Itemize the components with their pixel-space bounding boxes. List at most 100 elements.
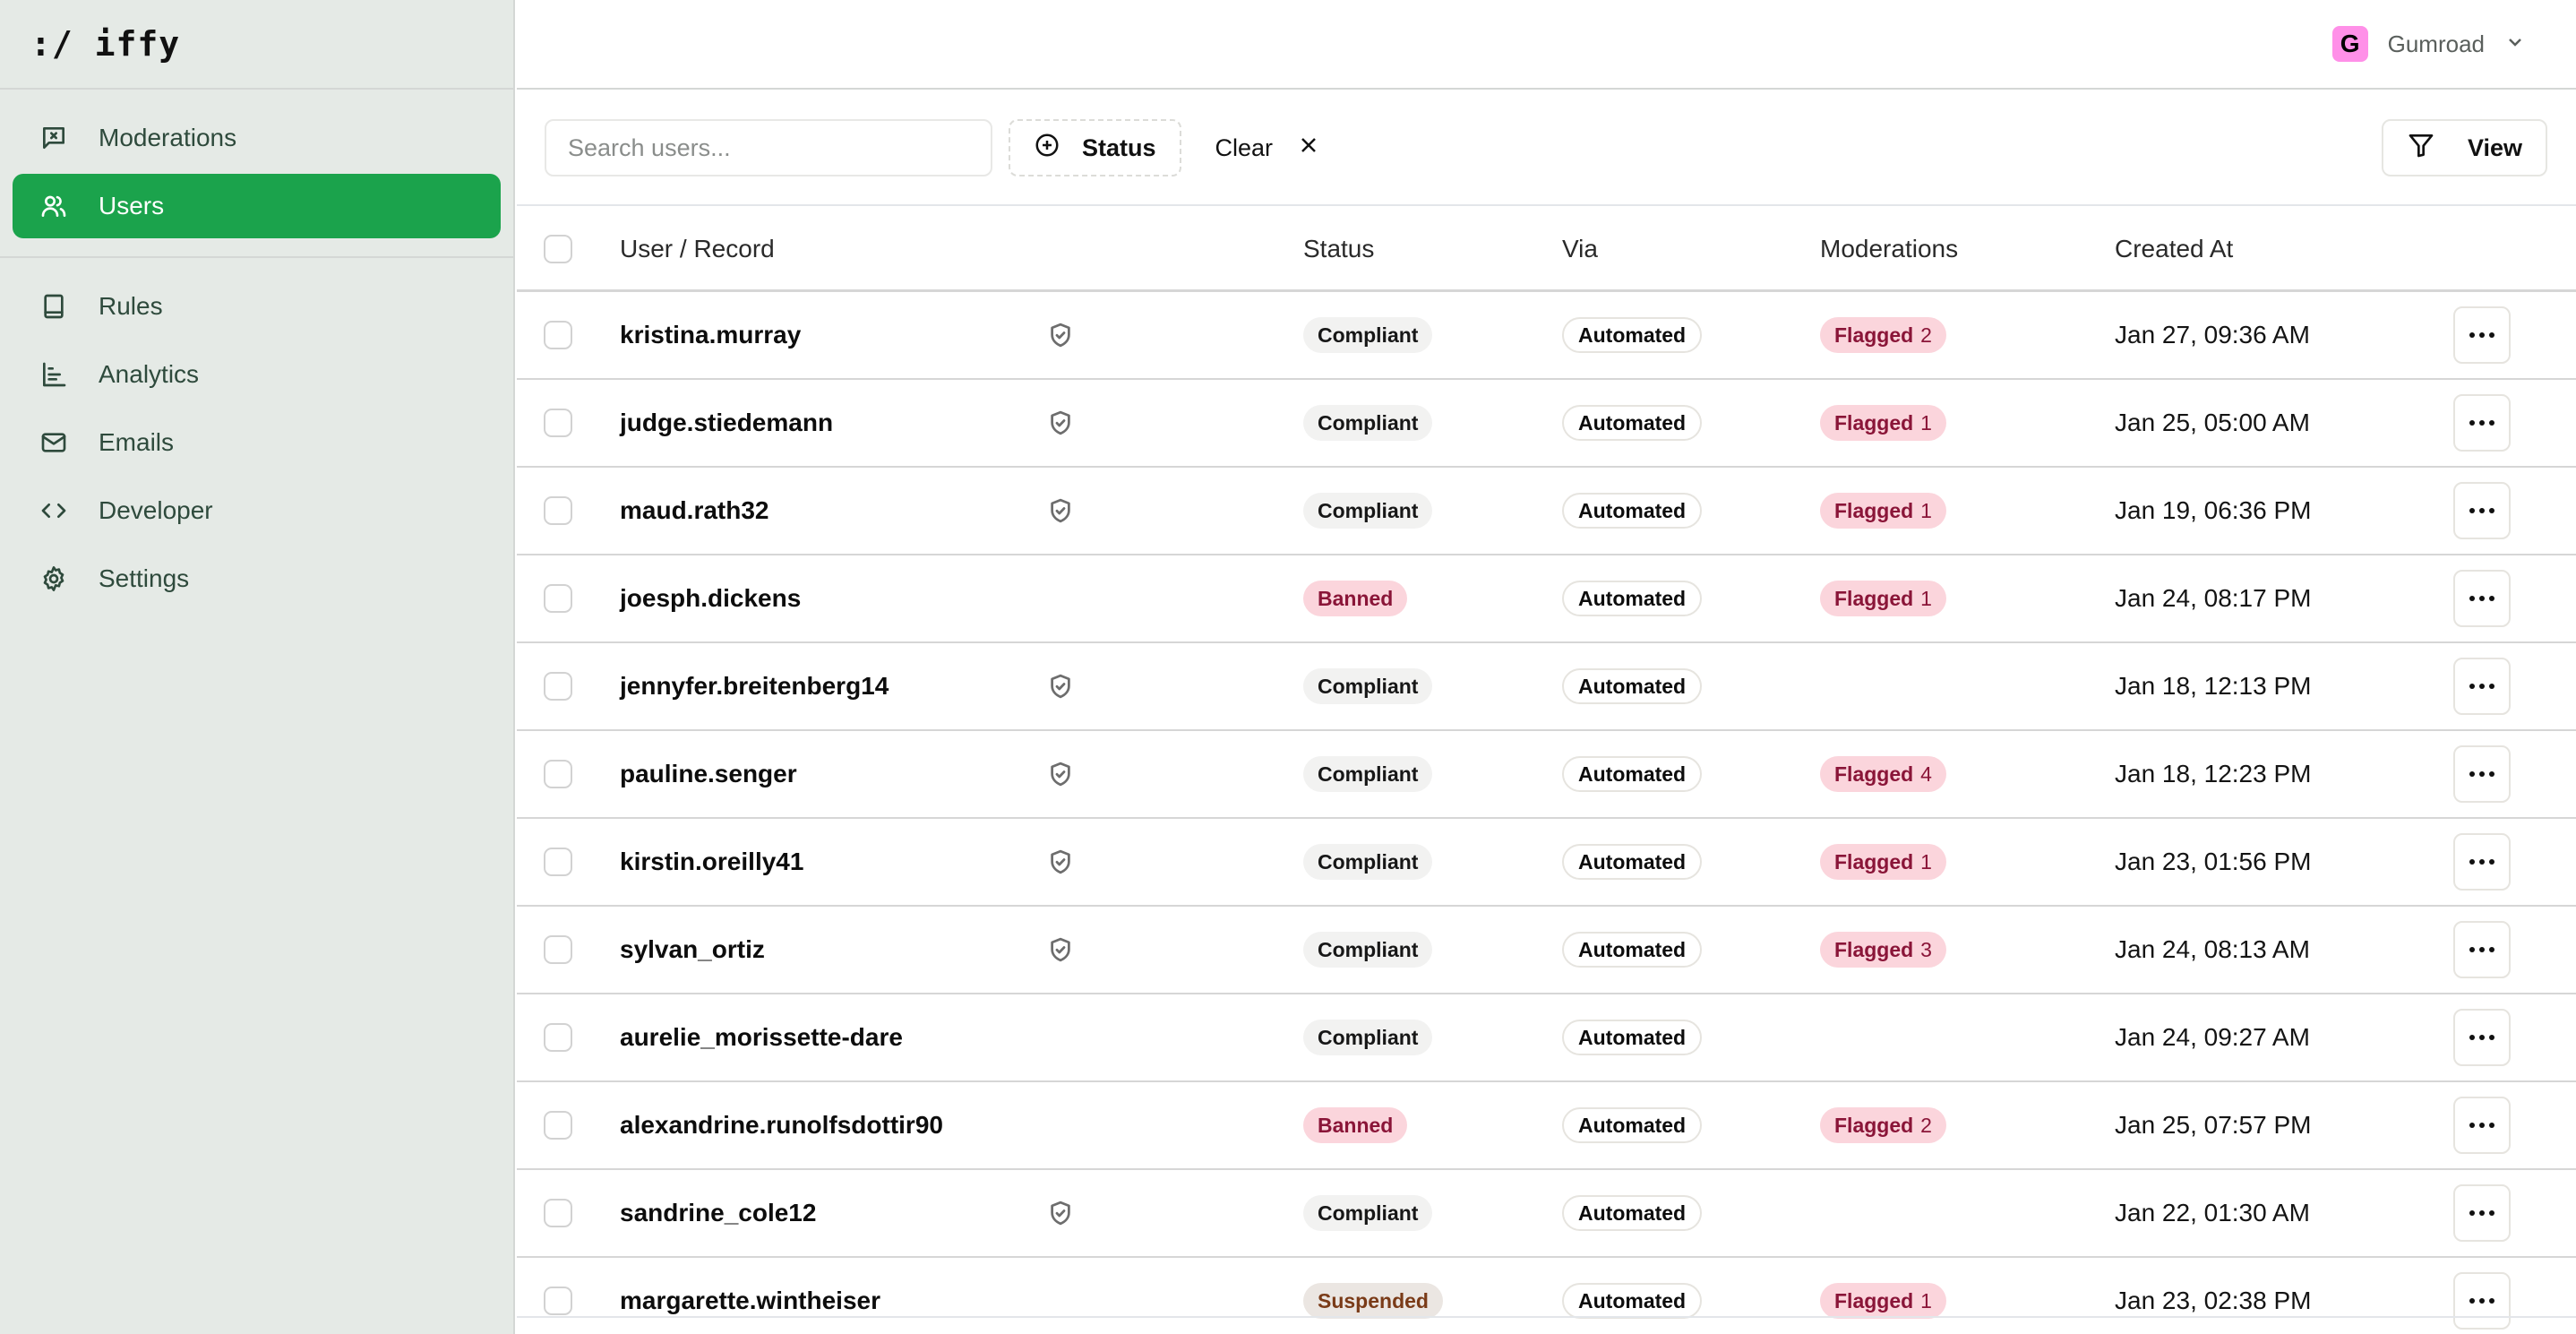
- table-row[interactable]: sandrine_cole12 Compliant Automated Jan …: [517, 1170, 2576, 1258]
- row-actions-button[interactable]: [2453, 833, 2511, 891]
- row-actions-button[interactable]: [2453, 745, 2511, 803]
- users-icon: [36, 188, 72, 224]
- flagged-label: Flagged: [1834, 1113, 1914, 1137]
- sidebar-item-emails[interactable]: Emails: [13, 410, 501, 475]
- column-header-user[interactable]: User / Record: [620, 235, 775, 263]
- row-select-checkbox[interactable]: [544, 848, 572, 876]
- sidebar-item-label: Developer: [99, 496, 213, 524]
- row-select-checkbox[interactable]: [544, 584, 572, 613]
- row-actions-button[interactable]: [2453, 482, 2511, 539]
- sidebar-item-users[interactable]: Users: [13, 174, 501, 238]
- flagged-badge: Flagged 2: [1820, 1107, 1946, 1143]
- table-row[interactable]: judge.stiedemann Compliant Automated Fla…: [517, 380, 2576, 468]
- more-dots-icon: [2479, 1035, 2485, 1040]
- bar-chart-icon: [36, 357, 72, 392]
- user-name[interactable]: kristina.murray: [620, 321, 801, 349]
- more-dots-icon: [2489, 947, 2494, 952]
- table-row[interactable]: jennyfer.breitenberg14 Compliant Automat…: [517, 643, 2576, 731]
- row-select-checkbox[interactable]: [544, 496, 572, 525]
- row-select-checkbox[interactable]: [544, 935, 572, 964]
- user-name[interactable]: margarette.wintheiser: [620, 1287, 880, 1315]
- row-select-checkbox[interactable]: [544, 1023, 572, 1052]
- user-name[interactable]: sandrine_cole12: [620, 1199, 816, 1227]
- table-row[interactable]: joesph.dickens Banned Automated Flagged 1…: [517, 555, 2576, 643]
- row-actions-button[interactable]: [2453, 921, 2511, 978]
- row-select-checkbox[interactable]: [544, 1287, 572, 1315]
- user-name[interactable]: joesph.dickens: [620, 584, 801, 613]
- sidebar-item-developer[interactable]: Developer: [13, 478, 501, 543]
- row-actions-button[interactable]: [2453, 394, 2511, 452]
- sidebar-item-label: Settings: [99, 564, 190, 592]
- user-name[interactable]: alexandrine.runolfsdottir90: [620, 1111, 943, 1140]
- table-row[interactable]: aurelie_morissette-dare Compliant Automa…: [517, 994, 2576, 1082]
- user-name[interactable]: kirstin.oreilly41: [620, 848, 803, 876]
- table-row[interactable]: margarette.wintheiser Suspended Automate…: [517, 1258, 2576, 1334]
- via-badge: Automated: [1562, 581, 1703, 616]
- sidebar-item-label: Moderations: [99, 124, 237, 151]
- flagged-label: Flagged: [1834, 849, 1914, 874]
- flagged-count: 2: [1920, 1113, 1932, 1137]
- row-select-checkbox[interactable]: [544, 1111, 572, 1140]
- row-actions-button[interactable]: [2453, 570, 2511, 627]
- table-row[interactable]: sylvan_ortiz Compliant Automated Flagged…: [517, 907, 2576, 994]
- flagged-count: 1: [1920, 498, 1932, 522]
- status-badge: Banned: [1303, 581, 1408, 616]
- table-row[interactable]: maud.rath32 Compliant Automated Flagged 1…: [517, 468, 2576, 555]
- via-badge: Automated: [1562, 317, 1703, 353]
- flagged-badge: Flagged 1: [1820, 581, 1946, 616]
- more-dots-icon: [2469, 508, 2475, 513]
- table-body: kristina.murray Compliant Automated Flag…: [517, 292, 2576, 1334]
- more-dots-icon: [2489, 596, 2494, 601]
- more-dots-icon: [2489, 508, 2494, 513]
- sidebar-item-settings[interactable]: Settings: [13, 547, 501, 611]
- sidebar-item-moderations[interactable]: Moderations: [13, 106, 501, 170]
- top-bar: G Gumroad: [517, 0, 2576, 90]
- created-at: Jan 23, 01:56 PM: [2115, 848, 2312, 875]
- row-actions-button[interactable]: [2453, 1009, 2511, 1066]
- user-name[interactable]: aurelie_morissette-dare: [620, 1023, 903, 1052]
- row-actions-button[interactable]: [2453, 658, 2511, 715]
- row-select-checkbox[interactable]: [544, 321, 572, 349]
- flagged-badge: Flagged 4: [1820, 756, 1946, 792]
- org-switcher[interactable]: G Gumroad: [2331, 26, 2526, 62]
- row-select-checkbox[interactable]: [544, 409, 572, 437]
- user-name[interactable]: jennyfer.breitenberg14: [620, 672, 889, 701]
- clear-filters-button[interactable]: Clear: [1201, 119, 1335, 176]
- via-badge: Automated: [1562, 932, 1703, 968]
- user-name[interactable]: pauline.senger: [620, 760, 797, 788]
- table-row[interactable]: kristina.murray Compliant Automated Flag…: [517, 292, 2576, 380]
- select-all-checkbox[interactable]: [544, 234, 572, 263]
- sidebar-item-analytics[interactable]: Analytics: [13, 342, 501, 407]
- user-name[interactable]: sylvan_ortiz: [620, 935, 765, 964]
- row-select-checkbox[interactable]: [544, 672, 572, 701]
- table-row[interactable]: pauline.senger Compliant Automated Flagg…: [517, 731, 2576, 819]
- row-actions-button[interactable]: [2453, 1097, 2511, 1154]
- row-actions-button[interactable]: [2453, 1272, 2511, 1330]
- row-actions-button[interactable]: [2453, 306, 2511, 364]
- row-select-checkbox[interactable]: [544, 760, 572, 788]
- via-badge: Automated: [1562, 1020, 1703, 1055]
- column-header-moderations[interactable]: Moderations: [1820, 235, 1958, 263]
- row-select-checkbox[interactable]: [544, 1199, 572, 1227]
- row-actions-button[interactable]: [2453, 1184, 2511, 1242]
- view-options-button[interactable]: View: [2381, 119, 2547, 176]
- user-name[interactable]: judge.stiedemann: [620, 409, 833, 437]
- column-header-via[interactable]: Via: [1562, 235, 1598, 263]
- via-badge: Automated: [1562, 1283, 1703, 1319]
- view-label: View: [2467, 133, 2522, 161]
- table-row[interactable]: kirstin.oreilly41 Compliant Automated Fl…: [517, 819, 2576, 907]
- plus-circle-icon: [1034, 132, 1060, 165]
- shield-check-icon: [1047, 731, 1074, 817]
- user-name[interactable]: maud.rath32: [620, 496, 769, 525]
- column-header-status[interactable]: Status: [1303, 235, 1374, 263]
- column-header-created-at[interactable]: Created At: [2115, 235, 2233, 263]
- search-users-input[interactable]: [545, 119, 992, 176]
- table-row[interactable]: alexandrine.runolfsdottir90 Banned Autom…: [517, 1082, 2576, 1170]
- scroll-boundary-divider: [517, 1316, 2576, 1318]
- flagged-badge: Flagged 1: [1820, 844, 1946, 880]
- flagged-badge: Flagged 1: [1820, 405, 1946, 441]
- sidebar-item-rules[interactable]: Rules: [13, 274, 501, 339]
- app-logo[interactable]: :/ iffy: [30, 24, 180, 64]
- status-filter-button[interactable]: Status: [1009, 119, 1181, 176]
- more-dots-icon: [2479, 1210, 2485, 1216]
